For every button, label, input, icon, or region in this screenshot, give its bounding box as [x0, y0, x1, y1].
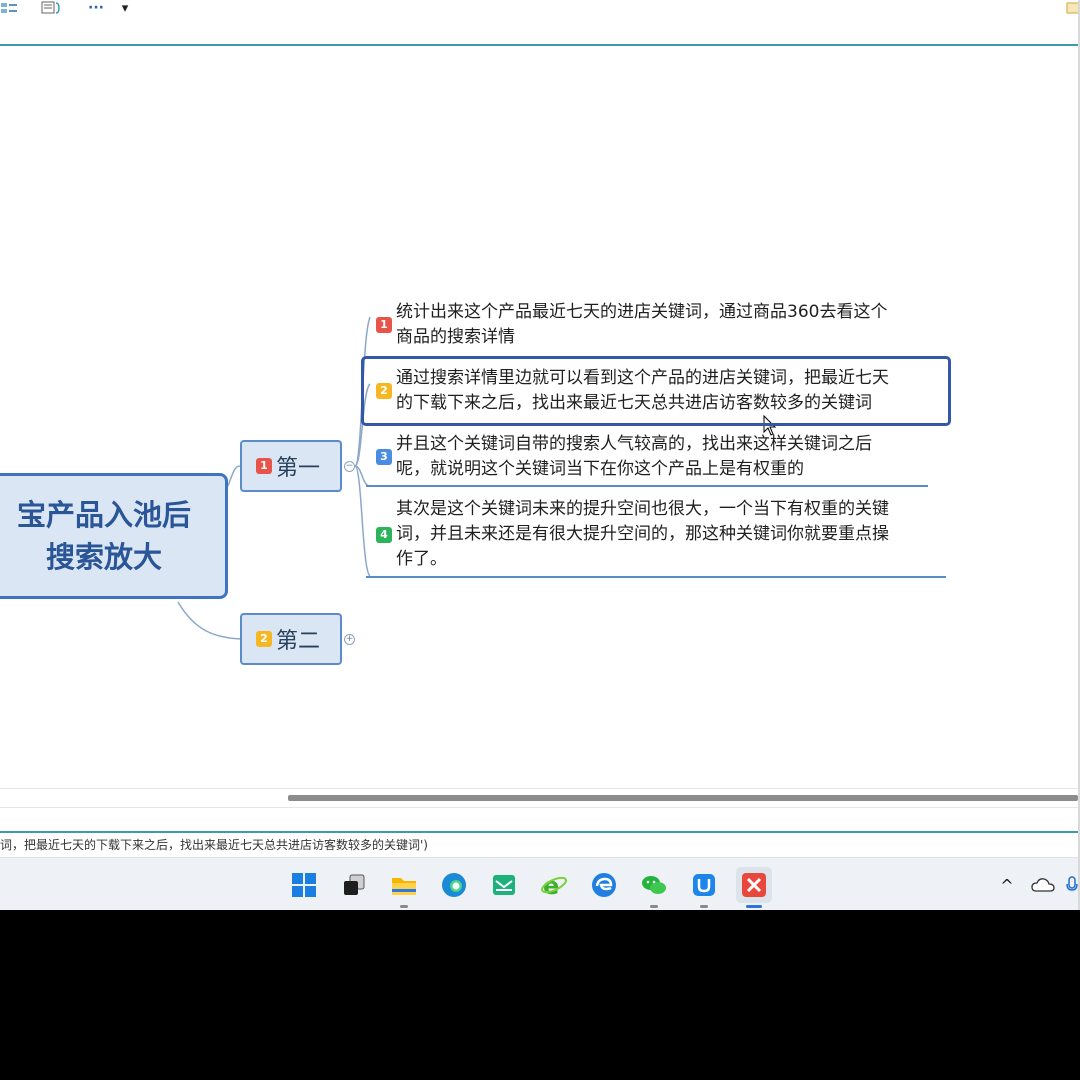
subtopic-text: 统计出来这个产品最近七天的进店关键词，通过商品360去看这个 商品的搜索详情 [396, 300, 936, 350]
branch-topic-label: 第一 [276, 456, 321, 481]
subtopic-1[interactable]: 1 统计出来这个产品最近七天的进店关键词，通过商品360去看这个 商品的搜索详情 [376, 300, 936, 350]
active-app-indicator [746, 905, 762, 908]
subtopic-line: 其次是这个关键词未来的提升空间也很大，一个当下有权重的关键 [396, 499, 889, 519]
onedrive-cloud-icon[interactable] [1028, 870, 1058, 900]
central-topic-line-1: 宝产品入池后 [16, 498, 191, 532]
subtopic-line: 统计出来这个产品最近七天的进店关键词，通过商品360去看这个 [396, 302, 888, 322]
subtopic-line: 的下载下来之后，找出来最近七天总共进店访客数较多的关键词 [396, 393, 872, 413]
central-topic-line-2: 搜索放大 [45, 540, 162, 574]
horizontal-scrollbar[interactable] [0, 788, 1078, 808]
collapse-toggle-icon[interactable]: − [344, 461, 355, 472]
running-indicator [400, 905, 408, 908]
ie-browser-icon[interactable]: e [539, 870, 569, 900]
dropdown-arrow-icon[interactable]: ▾ [118, 0, 132, 16]
subtopic-line: 商品的搜索详情 [396, 327, 515, 347]
priority-1-icon: 1 [376, 317, 392, 333]
windows-taskbar: e ^ [0, 857, 1080, 910]
priority-3-icon: 3 [376, 449, 392, 465]
wechat-icon[interactable] [639, 870, 669, 900]
mindmap-canvas[interactable]: 宝产品入池后 搜索放大 1 第一 − 2 第二 + 1 统计出来这个产品最近七天… [0, 46, 1078, 788]
expand-toggle-icon[interactable]: + [344, 634, 355, 645]
priority-2-icon: 2 [256, 631, 272, 647]
branch-topic-label: 第二 [276, 629, 321, 654]
mail-app-icon[interactable] [489, 870, 519, 900]
priority-1-icon: 1 [256, 458, 272, 474]
subtopic-text: 其次是这个关键词未来的提升空间也很大，一个当下有权重的关键 词，并且未来还是有很… [396, 497, 936, 572]
subtopic-2-selected[interactable]: 2 通过搜索详情里边就可以看到这个产品的进店关键词，把最近七天 的下载下来之后，… [376, 366, 936, 416]
branch-topic-1[interactable]: 1 第一 [240, 440, 342, 492]
central-topic[interactable]: 宝产品入池后 搜索放大 [0, 473, 228, 599]
xmind-icon[interactable] [736, 867, 772, 903]
subtopic-underline [366, 485, 928, 487]
toolbar: ··· ▾ [0, 0, 1080, 44]
running-indicator [700, 905, 708, 908]
subtopic-4[interactable]: 4 其次是这个关键词未来的提升空间也很大，一个当下有权重的关键 词，并且未来还是… [376, 497, 936, 572]
subtopic-underline [366, 576, 946, 578]
subtopic-text: 并且这个关键词自带的搜索人气较高的，找出来这样关键词之后 呢，就说明这个关键词当… [396, 432, 936, 482]
scrollbar-thumb[interactable] [288, 795, 1078, 801]
mindmap-app-window: ··· ▾ 宝产品入池后 搜索放大 1 第一 − 2 第二 + 1 统计出来这个… [0, 0, 1080, 910]
edge-legacy-icon[interactable] [589, 870, 619, 900]
branch-topic-2[interactable]: 2 第二 [240, 613, 342, 665]
status-bar: 词，把最近七天的下载下来之后，找出来最近七天总共进店访客数较多的关键词') [0, 833, 1078, 857]
subtopic-line: 并且这个关键词自带的搜索人气较高的，找出来这样关键词之后 [396, 434, 872, 454]
outline-view-icon[interactable] [0, 0, 18, 16]
more-options-button[interactable]: ··· [86, 0, 106, 16]
running-indicator [650, 905, 658, 908]
windows-start-icon[interactable] [289, 870, 319, 900]
priority-4-icon: 4 [376, 526, 392, 543]
subtopic-text: 通过搜索详情里边就可以看到这个产品的进店关键词，把最近七天 的下载下来之后，找出… [396, 366, 936, 416]
qianniu-icon[interactable] [689, 870, 719, 900]
subtopic-line: 词，并且未来还是有很大提升空间的，那这种关键词你就要重点操 [396, 524, 889, 544]
priority-2-icon: 2 [376, 383, 392, 399]
file-explorer-icon[interactable] [389, 870, 419, 900]
subtopic-line: 作了。 [396, 549, 447, 569]
notes-icon[interactable] [40, 0, 62, 16]
subtopic-3[interactable]: 3 并且这个关键词自带的搜索人气较高的，找出来这样关键词之后 呢，就说明这个关键… [376, 432, 936, 482]
tray-chevron-icon[interactable]: ^ [992, 870, 1022, 900]
subtopic-line: 通过搜索详情里边就可以看到这个产品的进店关键词，把最近七天 [396, 368, 889, 388]
edge-browser-icon[interactable] [439, 870, 469, 900]
task-view-icon[interactable] [339, 870, 369, 900]
subtopic-line: 呢，就说明这个关键词当下在你这个产品上是有权重的 [396, 459, 804, 479]
